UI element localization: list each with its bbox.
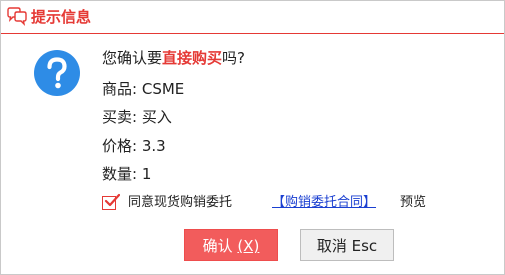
- side-row: 买卖: 买入: [102, 107, 172, 127]
- confirm-hotkey: (X): [237, 237, 260, 255]
- question-icon: [33, 49, 81, 97]
- product-label: 商品:: [102, 80, 138, 98]
- confirm-button[interactable]: 确认 (X): [184, 229, 278, 261]
- title-bar[interactable]: 提示信息: [1, 1, 504, 34]
- price-row: 价格: 3.3: [102, 136, 166, 156]
- quantity-label: 数量:: [102, 165, 138, 183]
- chat-bubbles-icon: [6, 7, 28, 27]
- confirm-dialog: 提示信息 您确认要直接购买吗? 商品: CSME 买卖: 买入 价格: 3.3 …: [0, 0, 505, 275]
- quantity-value: 1: [141, 165, 152, 183]
- quantity-row: 数量: 1: [102, 164, 151, 184]
- side-value: 买入: [141, 108, 172, 126]
- agree-label[interactable]: 同意现货购销委托: [128, 194, 232, 212]
- question-suffix: 吗?: [222, 49, 245, 67]
- question-prefix: 您确认要: [102, 49, 163, 67]
- side-label: 买卖:: [102, 108, 138, 126]
- price-label: 价格:: [102, 137, 138, 155]
- question-highlight: 直接购买: [162, 49, 223, 67]
- confirm-label: 确认: [202, 237, 233, 255]
- dialog-title: 提示信息: [31, 8, 92, 26]
- agree-checkbox[interactable]: [102, 193, 120, 210]
- product-row: 商品: CSME: [102, 79, 184, 99]
- preview-label: 预览: [400, 195, 427, 210]
- confirm-question: 您确认要直接购买吗?: [102, 48, 245, 68]
- contract-link[interactable]: 【购销委托合同】: [272, 194, 376, 212]
- checkmark-icon: [104, 193, 120, 207]
- cancel-button[interactable]: 取消 Esc: [300, 229, 394, 261]
- price-value: 3.3: [141, 137, 166, 155]
- product-value: CSME: [141, 80, 185, 98]
